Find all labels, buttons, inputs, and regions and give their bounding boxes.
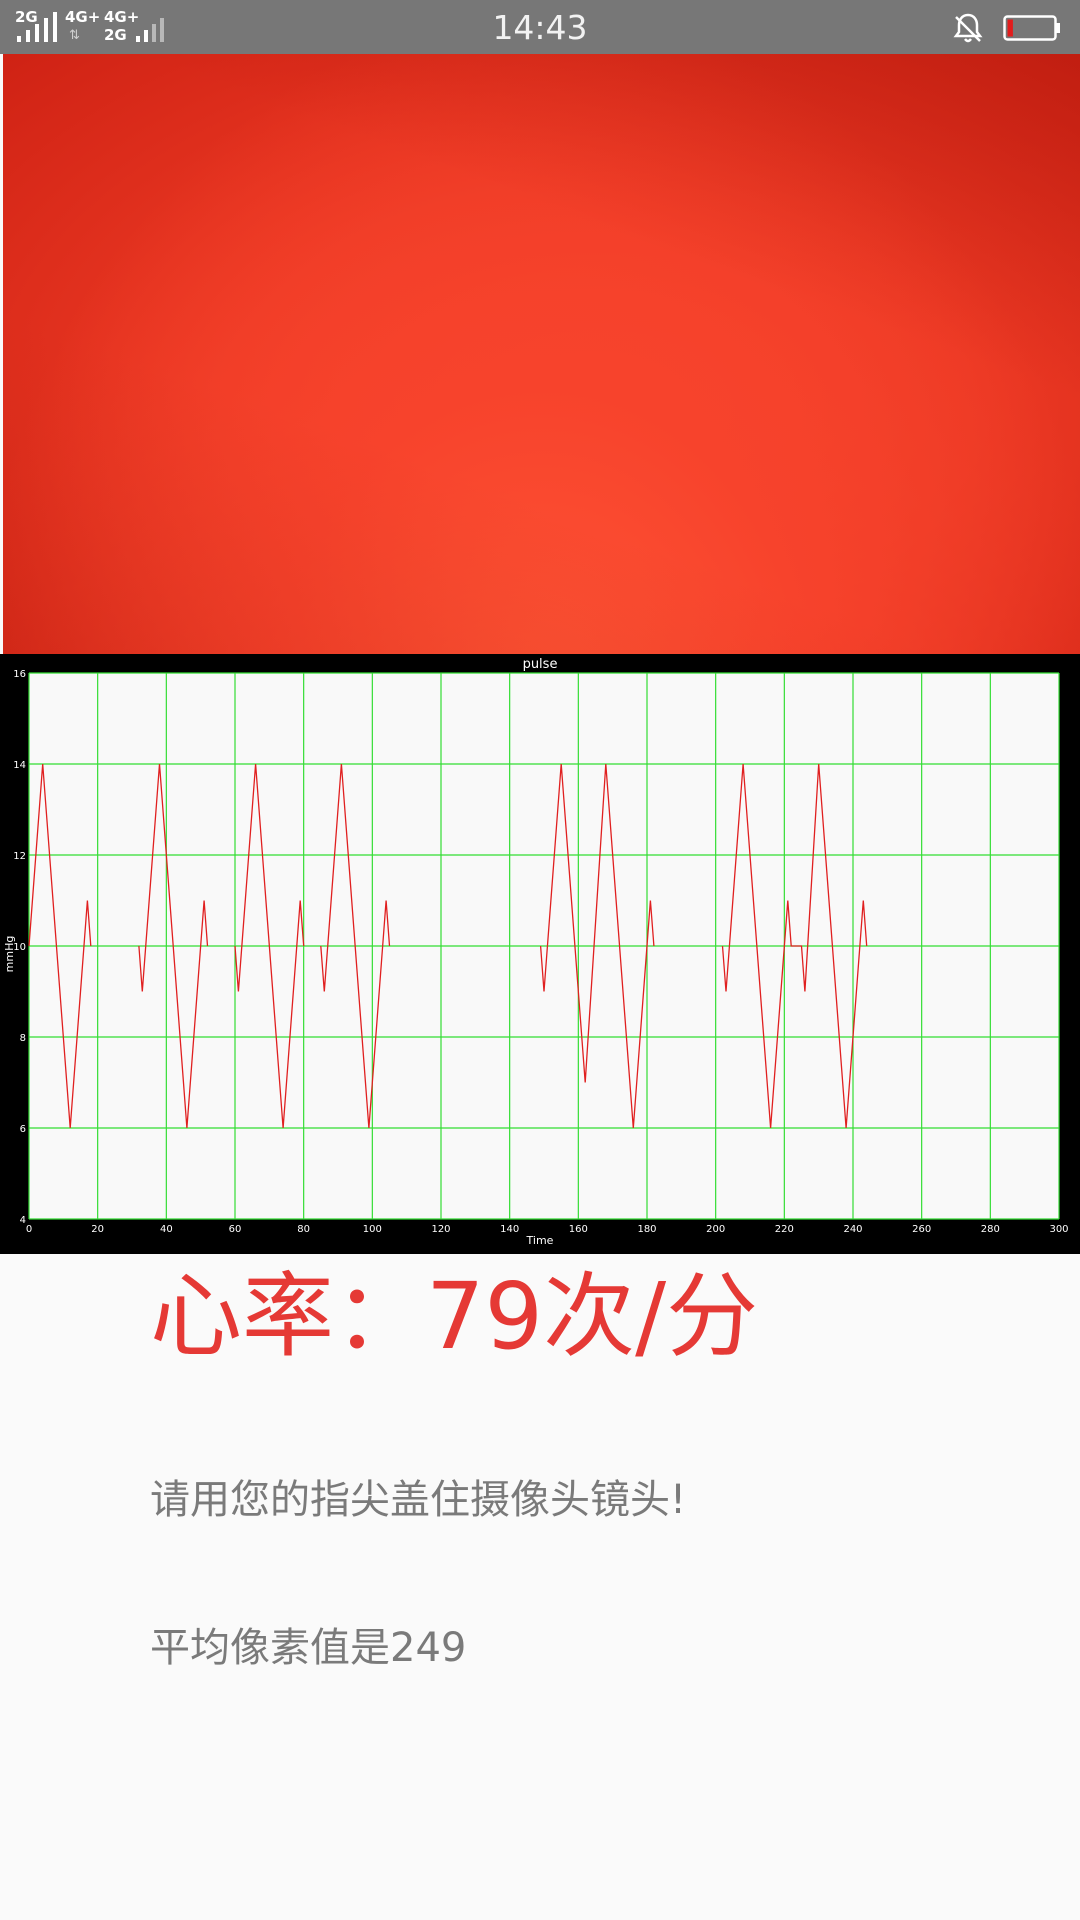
instruction-text: 请用您的指尖盖住摄像头镜头! (150, 1477, 687, 1523)
x-tick-label: 140 (500, 1224, 519, 1235)
x-tick-label: 300 (1049, 1224, 1068, 1235)
status-time: 14:43 (492, 8, 588, 47)
x-tick-label: 280 (981, 1224, 1000, 1235)
camera-preview (3, 54, 1080, 654)
x-tick-label: 0 (26, 1224, 32, 1235)
y-tick-label: 4 (20, 1215, 26, 1226)
y-tick-label: 14 (13, 760, 26, 771)
x-tick-label: 120 (431, 1224, 450, 1235)
heart-rate-value: 心率：79次/分 (150, 1263, 759, 1370)
x-tick-label: 180 (637, 1224, 656, 1235)
battery-low-icon (1003, 15, 1060, 41)
y-tick-label: 16 (13, 669, 26, 680)
average-pixel-value: 平均像素值是249 (150, 1625, 467, 1671)
x-tick-label: 20 (91, 1224, 104, 1235)
x-tick-label: 160 (569, 1224, 588, 1235)
y-tick-label: 12 (13, 851, 26, 862)
x-axis-label: Time (526, 1234, 554, 1247)
x-tick-label: 200 (706, 1224, 725, 1235)
x-tick-label: 260 (912, 1224, 931, 1235)
y-tick-label: 6 (20, 1124, 26, 1135)
x-tick-label: 60 (229, 1224, 242, 1235)
status-bar: 2G 4G+ ⇅ 4G+ 2G 14:43 (0, 0, 1080, 54)
x-tick-label: 220 (775, 1224, 794, 1235)
x-tick-label: 240 (843, 1224, 862, 1235)
x-tick-label: 100 (363, 1224, 382, 1235)
pulse-chart-svg: 0 20 40 60 80 100 120 140 160 180 200 220 240 260 280 3… (3, 657, 1069, 1247)
y-axis-label: mmHg (3, 936, 16, 973)
pulse-chart: 0 20 40 60 80 100 120 140 160 180 200 220 240 260 280 3… (0, 654, 1080, 1254)
x-tick-label: 80 (297, 1224, 310, 1235)
y-tick-label: 8 (20, 1033, 26, 1044)
chart-title: pulse (523, 657, 558, 672)
bell-off-icon (953, 13, 983, 43)
x-tick-label: 40 (160, 1224, 173, 1235)
